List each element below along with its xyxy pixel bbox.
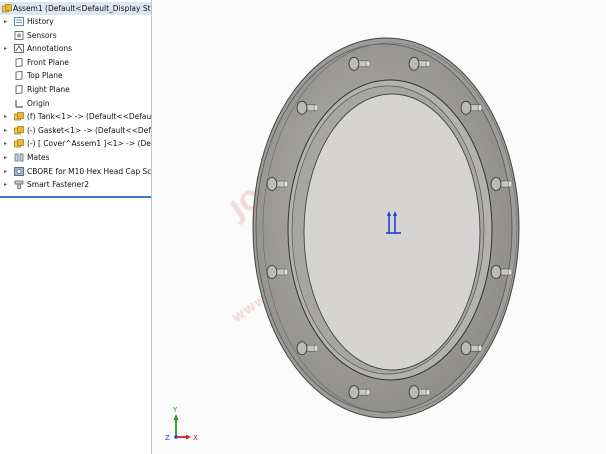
tree-item-label: (-) [ Cover^Assem1 ]<1> -> (Default- (27, 139, 152, 149)
expand-arrow-icon[interactable]: ▸ (4, 137, 10, 150)
fastener-icon (14, 180, 24, 189)
tree-item-label: (-) Gasket<1> -> (Default<<Default> (27, 125, 151, 135)
tree-item-label: History (27, 17, 54, 26)
tree-item-f-tank-1-default-default-d[interactable]: ▸ (f) Tank<1> -> (Default<<Default>_D (0, 110, 151, 123)
tree-item-label: CBORE for M10 Hex Head Cap Screw (27, 166, 152, 176)
expand-arrow-icon[interactable]: ▸ (4, 124, 10, 137)
tree-item-history[interactable]: ▸ History (0, 15, 151, 28)
tree-item-label: Front Plane (27, 57, 69, 67)
history-icon (14, 17, 24, 26)
plane-icon (14, 57, 24, 67)
origin-icon (14, 99, 24, 108)
expand-arrow-icon[interactable]: ▸ (4, 110, 10, 123)
assembly-icon (2, 4, 12, 13)
expand-arrow-icon[interactable]: ▸ (4, 15, 10, 28)
tree-item-smart-fastener2[interactable]: ▸ Smart Fastener2 (0, 178, 151, 191)
tree-item-right-plane[interactable]: Right Plane (0, 83, 151, 96)
triad-z-label: Z (165, 434, 170, 442)
part-icon (14, 112, 24, 121)
tree-item-label: (f) Tank<1> -> (Default<<Default>_D (27, 112, 152, 122)
triad-y-label: Y (172, 406, 178, 414)
tree-item-gasket-1-default-default[interactable]: ▸ (-) Gasket<1> -> (Default<<Default> (0, 124, 151, 137)
triad-x-label: X (193, 434, 198, 442)
plane-icon (14, 85, 24, 94)
orientation-triad[interactable]: Y X Z (165, 406, 198, 442)
plane-icon (14, 71, 24, 81)
tree-item-cover-assem1-1-default[interactable]: ▸ (-) [ Cover^Assem1 ]<1> -> (Default- (0, 137, 151, 150)
expand-arrow-icon[interactable]: ▸ (4, 151, 10, 164)
annotations-icon (14, 44, 24, 54)
tree-root-label: Assem1 (Default<Default_Display State-1 (13, 4, 151, 13)
tree-root-assembly[interactable]: Assem1 (Default<Default_Display State-1 (0, 2, 151, 15)
feature-manager-tree: Assem1 (Default<Default_Display State-1 … (0, 0, 152, 454)
expand-arrow-icon[interactable]: ▸ (4, 165, 10, 178)
flange-model-view[interactable]: Y X Z (152, 0, 606, 454)
tree-item-annotations[interactable]: ▸ Annotations (0, 42, 151, 55)
tree-item-front-plane[interactable]: Front Plane (0, 56, 151, 69)
expand-arrow-icon[interactable]: ▸ (4, 178, 10, 191)
part-icon (14, 125, 24, 135)
tree-item-mates[interactable]: ▸ Mates (0, 151, 151, 164)
part-icon (14, 139, 24, 148)
tree-item-origin[interactable]: Origin (0, 97, 151, 110)
tree-item-label: Sensors (27, 30, 57, 40)
tree-item-cbore-for-m10-hex-head-cap-screw[interactable]: ▸ CBORE for M10 Hex Head Cap Screw (0, 165, 151, 178)
expand-arrow-icon[interactable]: ▸ (4, 42, 10, 55)
tree-item-label: Annotations (27, 44, 73, 54)
tree-item-label: Top Plane (27, 71, 63, 81)
tree-item-label: Origin (27, 98, 50, 108)
tree-item-top-plane[interactable]: Top Plane (0, 69, 151, 82)
hole-feature-icon (14, 166, 24, 176)
graphics-viewport[interactable]: JOCHSUN 卓 信 www.jochsun.cn (152, 0, 606, 454)
sensors-icon (14, 30, 24, 40)
tree-item-label: Smart Fastener2 (27, 180, 89, 190)
tree-item-label: Mates (27, 153, 50, 162)
mates-icon (14, 153, 24, 162)
tree-item-sensors[interactable]: Sensors (0, 29, 151, 42)
cover-plate-face (303, 93, 481, 371)
feature-tree-list: Assem1 (Default<Default_Display State-1 … (0, 0, 151, 198)
tree-item-label: Right Plane (27, 85, 70, 94)
